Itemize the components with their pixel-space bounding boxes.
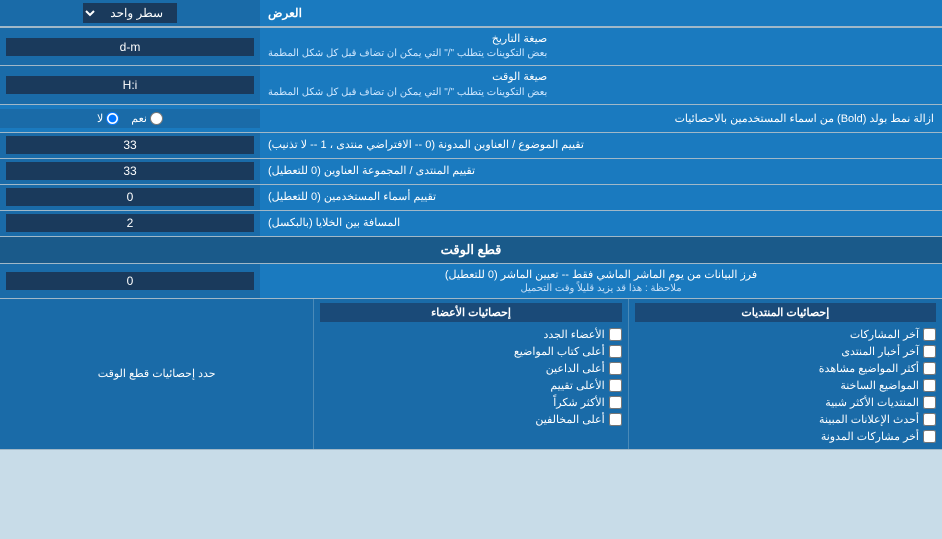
list-item: أحدث الإعلانات المبينة	[635, 411, 936, 428]
cb-col2-1[interactable]	[609, 345, 622, 358]
users-order-input-wrap[interactable]	[0, 185, 260, 210]
time-cutoff-row: فرز البيانات من يوم الماشر الماشي فقط --…	[0, 264, 942, 299]
time-cutoff-input-wrap[interactable]	[0, 264, 260, 298]
cb-col2-3[interactable]	[609, 379, 622, 392]
time-cutoff-input[interactable]	[6, 272, 254, 290]
list-item: الأعضاء الجدد	[320, 326, 621, 343]
cb-col2-5[interactable]	[609, 413, 622, 426]
col1-header: إحصائيات المنتديات	[635, 303, 936, 322]
time-cutoff-header: قطع الوقت	[0, 237, 942, 264]
time-format-input[interactable]	[6, 76, 254, 94]
bold-stats-no-radio[interactable]	[106, 112, 119, 125]
date-format-input-wrap[interactable]	[0, 28, 260, 65]
display-select[interactable]: سطر واحد سطرين ثلاثة أسطر	[83, 3, 177, 23]
time-format-row: صيغة الوقت بعض التكوينات يتطلب "/" التي …	[0, 66, 942, 104]
date-format-row: صيغة التاريخ بعض التكوينات يتطلب "/" الت…	[0, 28, 942, 66]
main-container: العرض سطر واحد سطرين ثلاثة أسطر صيغة الت…	[0, 0, 942, 450]
topic-order-row: تقييم الموضوع / العناوين المدونة (0 -- ا…	[0, 133, 942, 159]
time-format-input-wrap[interactable]	[0, 66, 260, 103]
users-order-label: تقييم أسماء المستخدمين (0 للتعطيل)	[260, 185, 942, 210]
cb-col2-0[interactable]	[609, 328, 622, 341]
bold-stats-yes-radio[interactable]	[150, 112, 163, 125]
cell-gap-row: المسافة بين الخلايا (بالبكسل)	[0, 211, 942, 237]
list-item: أكثر المواضيع مشاهدة	[635, 360, 936, 377]
list-item: الأعلى تقييم	[320, 377, 621, 394]
list-item: المواضيع الساخنة	[635, 377, 936, 394]
col1-forums: إحصائيات المنتديات آخر المشاركات آخر أخب…	[628, 299, 942, 449]
forum-order-row: تقييم المنتدى / المجموعة العناوين (0 للت…	[0, 159, 942, 185]
cell-gap-input[interactable]	[6, 214, 254, 232]
stats-grid: إحصائيات المنتديات آخر المشاركات آخر أخب…	[0, 299, 942, 450]
users-order-row: تقييم أسماء المستخدمين (0 للتعطيل)	[0, 185, 942, 211]
date-format-label: صيغة التاريخ بعض التكوينات يتطلب "/" الت…	[260, 28, 942, 65]
header-label: العرض	[268, 6, 302, 20]
list-item: أعلى المخالفين	[320, 411, 621, 428]
col2-members: إحصائيات الأعضاء الأعضاء الجدد أعلى كتاب…	[313, 299, 627, 449]
cb-col1-3[interactable]	[923, 379, 936, 392]
topic-order-input-wrap[interactable]	[0, 133, 260, 158]
cell-gap-input-wrap[interactable]	[0, 211, 260, 236]
forum-order-input-wrap[interactable]	[0, 159, 260, 184]
cb-col1-6[interactable]	[923, 430, 936, 443]
topic-order-label: تقييم الموضوع / العناوين المدونة (0 -- ا…	[260, 133, 942, 158]
header-select-wrap[interactable]: سطر واحد سطرين ثلاثة أسطر	[0, 0, 260, 26]
list-item: أخر مشاركات المدونة	[635, 428, 936, 445]
cb-col1-5[interactable]	[923, 413, 936, 426]
users-order-input[interactable]	[6, 188, 254, 206]
list-item: المنتديات الأكثر شبية	[635, 394, 936, 411]
bold-stats-label: ازالة نمط بولد (Bold) من اسماء المستخدمي…	[260, 108, 942, 129]
list-item: الأكثر شكراً	[320, 394, 621, 411]
header-spacer: العرض	[260, 0, 942, 26]
forum-order-input[interactable]	[6, 162, 254, 180]
col3-text: حدد إحصائيات قطع الوقت	[98, 367, 216, 380]
topic-order-input[interactable]	[6, 136, 254, 154]
cb-col2-4[interactable]	[609, 396, 622, 409]
bold-stats-yes-label[interactable]: نعم	[131, 112, 163, 125]
header-row: العرض سطر واحد سطرين ثلاثة أسطر	[0, 0, 942, 28]
list-item: آخر أخبار المنتدى	[635, 343, 936, 360]
time-cutoff-label: فرز البيانات من يوم الماشر الماشي فقط --…	[260, 264, 942, 298]
time-format-label: صيغة الوقت بعض التكوينات يتطلب "/" التي …	[260, 66, 942, 103]
cb-col2-2[interactable]	[609, 362, 622, 375]
cb-col1-0[interactable]	[923, 328, 936, 341]
cb-col1-2[interactable]	[923, 362, 936, 375]
col3-label: حدد إحصائيات قطع الوقت	[0, 299, 313, 449]
list-item: أعلى الداعين	[320, 360, 621, 377]
bold-stats-no-label[interactable]: لا	[97, 112, 119, 125]
col2-header: إحصائيات الأعضاء	[320, 303, 621, 322]
date-format-input[interactable]	[6, 38, 254, 56]
cell-gap-label: المسافة بين الخلايا (بالبكسل)	[260, 211, 942, 236]
cb-col1-4[interactable]	[923, 396, 936, 409]
forum-order-label: تقييم المنتدى / المجموعة العناوين (0 للت…	[260, 159, 942, 184]
bold-stats-row: ازالة نمط بولد (Bold) من اسماء المستخدمي…	[0, 105, 942, 133]
bold-stats-options: نعم لا	[0, 109, 260, 128]
list-item: آخر المشاركات	[635, 326, 936, 343]
cb-col1-1[interactable]	[923, 345, 936, 358]
list-item: أعلى كتاب المواضيع	[320, 343, 621, 360]
